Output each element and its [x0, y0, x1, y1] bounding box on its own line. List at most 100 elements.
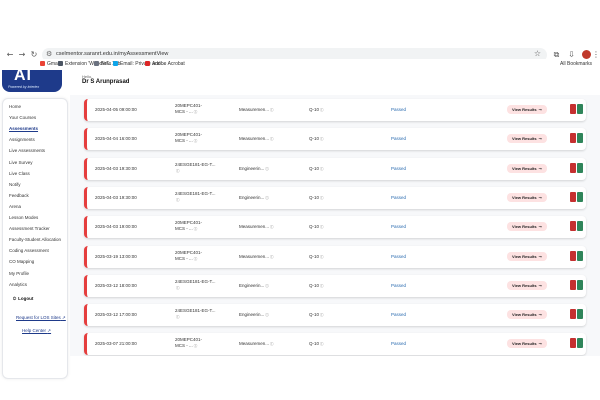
pdf-download-icon[interactable] — [570, 221, 576, 232]
row-date: 2025-03-07 21:00:00 — [95, 341, 137, 347]
info-icon[interactable]: ⓘ — [176, 286, 180, 290]
sidebar-item[interactable]: Live Class — [9, 171, 30, 176]
row-date: 2025-03-12 18:00:00 — [95, 282, 137, 288]
info-icon[interactable]: ⓘ — [176, 169, 180, 173]
profile-avatar[interactable] — [582, 50, 591, 59]
info-icon[interactable]: ⓘ — [176, 198, 180, 202]
info-icon[interactable]: ⓘ — [270, 225, 274, 229]
info-icon[interactable]: ⓘ — [270, 342, 274, 346]
assessment-list: 2025-04-05 09:00:00 20MEPC401- MCS - ...ⓘ M… — [70, 95, 600, 356]
info-icon[interactable]: ⓘ — [194, 257, 198, 261]
view-results-button[interactable]: View Results → — [507, 105, 547, 114]
course-name: MCS - ... — [175, 138, 193, 144]
sidebar-item[interactable]: Your Courses — [9, 115, 36, 120]
sidebar-item[interactable]: Live Assessments — [9, 148, 45, 153]
sidebar-item[interactable]: Arena — [9, 204, 21, 209]
sidebar-item[interactable]: CO Mapping — [9, 259, 34, 264]
info-icon[interactable]: ⓘ — [194, 227, 198, 231]
sidebar-item[interactable]: Home — [9, 104, 21, 109]
logout-button[interactable]: ⏻ Logout — [13, 296, 33, 301]
pdf-download-icon[interactable] — [570, 191, 576, 202]
excel-download-icon[interactable] — [577, 191, 583, 202]
row-status: Passed — [391, 136, 407, 142]
site-info-icon[interactable]: ⚙ — [46, 50, 52, 58]
excel-download-icon[interactable] — [577, 162, 583, 173]
sidebar-item[interactable]: Lesson Modes — [9, 215, 38, 220]
excel-download-icon[interactable] — [577, 133, 583, 144]
info-icon[interactable]: ⓘ — [320, 108, 324, 112]
info-icon[interactable]: ⓘ — [320, 284, 324, 288]
sidebar-item[interactable]: Notify — [9, 182, 21, 187]
course-code: 20MEPC401- — [175, 220, 203, 226]
row-question-count: Q-10ⓘ — [309, 254, 324, 260]
excel-download-icon[interactable] — [577, 221, 583, 232]
pdf-download-icon[interactable] — [570, 338, 576, 349]
info-icon[interactable]: ⓘ — [320, 255, 324, 259]
pdf-download-icon[interactable] — [570, 104, 576, 114]
request-los-link[interactable]: Request for LOS Sites ↗ — [16, 315, 66, 321]
sidebar-item[interactable]: My Profile — [9, 271, 29, 276]
view-results-button[interactable]: View Results → — [507, 134, 547, 144]
course-code: 24ESGE181-EG-T... — [175, 308, 216, 314]
bookmark-favicon-icon — [145, 61, 150, 66]
info-icon[interactable]: ⓘ — [265, 313, 269, 317]
url-text[interactable]: cselmentor.saranrt.edu.in/myAssessmentVi… — [56, 51, 168, 57]
excel-download-icon[interactable] — [577, 309, 583, 320]
excel-download-icon[interactable] — [577, 279, 583, 290]
info-icon[interactable]: ⓘ — [320, 225, 324, 229]
sidebar-item[interactable]: Analytics — [9, 282, 27, 287]
view-results-button[interactable]: View Results → — [507, 310, 547, 320]
pdf-download-icon[interactable] — [570, 279, 576, 290]
excel-download-icon[interactable] — [577, 250, 583, 261]
view-results-label: View Results — [512, 194, 537, 200]
view-results-button[interactable]: View Results → — [507, 163, 547, 173]
app-shell: AI Powered by Intertex Hello, Dr S Arunp… — [0, 70, 600, 379]
info-icon[interactable]: ⓘ — [265, 196, 269, 200]
bookmark-favicon-icon — [40, 61, 45, 66]
pdf-download-icon[interactable] — [570, 133, 576, 144]
course-code: 24ESGE181-EG-T... — [175, 190, 216, 196]
topic-text: Measuremen... — [239, 136, 270, 142]
sidebar-item[interactable]: Coding Assessment — [9, 248, 49, 253]
view-results-button[interactable]: View Results → — [507, 222, 547, 232]
bookmark-item[interactable]: Adobe Acrobat — [145, 61, 185, 67]
info-icon[interactable]: ⓘ — [320, 137, 324, 141]
view-results-button[interactable]: View Results → — [507, 280, 547, 290]
sidebar-item[interactable]: Assessment Tracker — [9, 226, 50, 231]
info-icon[interactable]: ⓘ — [194, 139, 198, 143]
sidebar-item[interactable]: Feedback — [9, 193, 29, 198]
info-icon[interactable]: ⓘ — [270, 137, 274, 141]
help-center-link[interactable]: Help Center ↗ — [22, 328, 51, 334]
sidebar-item[interactable]: Assessments — [9, 126, 38, 131]
view-results-button[interactable]: View Results → — [507, 192, 547, 202]
info-icon[interactable]: ⓘ — [176, 315, 180, 319]
pdf-download-icon[interactable] — [570, 162, 576, 173]
info-icon[interactable]: ⓘ — [265, 167, 269, 171]
logout-icon: ⏻ — [13, 295, 17, 301]
info-icon[interactable]: ⓘ — [320, 196, 324, 200]
all-bookmarks[interactable]: All Bookmarks — [560, 61, 592, 67]
info-icon[interactable]: ⓘ — [194, 344, 198, 348]
excel-download-icon[interactable] — [577, 338, 583, 349]
info-icon[interactable]: ⓘ — [194, 110, 198, 114]
view-results-button[interactable]: View Results → — [507, 251, 547, 261]
assessment-row: 2025-04-03 19:30:00 24ESGE181-EG-T... ⓘ Eng… — [84, 157, 586, 180]
view-results-button[interactable]: View Results → — [507, 339, 547, 349]
info-icon[interactable]: ⓘ — [270, 108, 274, 112]
info-icon[interactable]: ⓘ — [320, 342, 324, 346]
info-icon[interactable]: ⓘ — [265, 284, 269, 288]
row-date: 2025-03-12 17:00:00 — [95, 312, 137, 318]
info-icon[interactable]: ⓘ — [320, 313, 324, 317]
row-course: 20MEPC401- MCS - ...ⓘ — [175, 250, 202, 262]
sidebar-item[interactable]: Faculty-Student Allocation — [9, 237, 61, 242]
info-icon[interactable]: ⓘ — [270, 255, 274, 259]
question-count-text: Q-10 — [309, 136, 320, 142]
pdf-download-icon[interactable] — [570, 250, 576, 261]
info-icon[interactable]: ⓘ — [320, 167, 324, 171]
brand-logo[interactable]: AI Powered by Intertex — [2, 70, 62, 92]
pdf-download-icon[interactable] — [570, 309, 576, 320]
sidebar-item[interactable]: Assignments — [9, 137, 35, 142]
bookmark-star-icon[interactable]: ☆ — [534, 49, 541, 58]
sidebar-item[interactable]: Live Survey — [9, 160, 33, 165]
excel-download-icon[interactable] — [577, 104, 583, 114]
